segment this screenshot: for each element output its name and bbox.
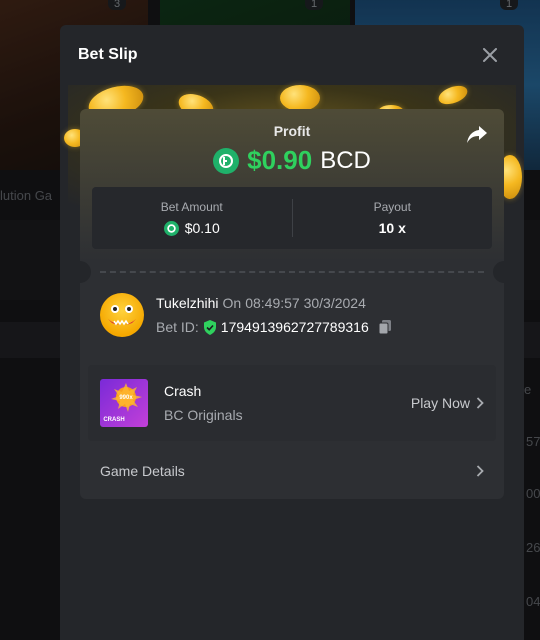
bet-amount-stat: Bet Amount $0.10 <box>92 187 292 249</box>
game-details-row[interactable]: Game Details <box>88 449 496 493</box>
game-row[interactable]: 990x CRASH Crash BC Originals Play Now <box>88 365 496 441</box>
bet-amount-value: $0.10 <box>184 220 220 236</box>
close-icon[interactable] <box>483 48 497 62</box>
bet-slip-modal: Bet Slip Profit $0.90 BCD Bet Amount $0.… <box>60 25 524 640</box>
bet-details-card: Profit $0.90 BCD Bet Amount $0.10 Payout… <box>80 109 504 499</box>
ticket-perforation <box>80 261 504 283</box>
payout-value: 10 x <box>378 220 406 236</box>
play-now-button[interactable]: Play Now <box>411 395 484 411</box>
user-info: Tukelzhihi On 08:49:57 30/3/2024 Bet ID:… <box>100 293 393 337</box>
copy-icon[interactable] <box>377 319 393 335</box>
bcd-coin-icon <box>163 220 179 236</box>
play-now-label: Play Now <box>410 395 470 411</box>
bet-id-value: 1794913962727789316 <box>220 319 369 335</box>
game-details-label: Game Details <box>100 463 185 479</box>
modal-title: Bet Slip <box>78 46 138 63</box>
avatar[interactable] <box>100 293 144 337</box>
payout-stat: Payout 10 x <box>293 187 493 249</box>
game-thumb-label: CRASH <box>103 417 124 423</box>
game-thumb-badge: 990x <box>119 395 133 401</box>
profit-row: $0.90 BCD <box>80 145 504 176</box>
share-icon[interactable] <box>466 123 488 145</box>
share-button[interactable] <box>466 123 490 147</box>
game-provider: BC Originals <box>164 407 243 423</box>
profit-value: $0.90 <box>247 145 313 175</box>
profit-currency: BCD <box>320 146 371 174</box>
bet-amount-label: Bet Amount <box>160 200 223 214</box>
modal-header: Bet Slip <box>60 25 524 85</box>
profit-label: Profit <box>273 123 311 139</box>
close-button[interactable] <box>476 41 504 69</box>
chevron-right-icon <box>476 465 484 477</box>
payout-label: Payout <box>373 200 411 214</box>
on-label: On <box>222 295 242 311</box>
game-name: Crash <box>164 383 202 399</box>
chevron-right-icon <box>476 397 484 409</box>
bet-timestamp: 08:49:57 30/3/2024 <box>245 295 366 311</box>
bet-stats: Bet Amount $0.10 Payout 10 x <box>92 187 492 249</box>
bet-id-label: Bet ID: <box>156 319 199 335</box>
shield-check-icon <box>203 319 216 335</box>
crash-game-thumbnail[interactable]: 990x CRASH <box>100 379 148 427</box>
bcd-coin-icon <box>213 147 240 174</box>
username[interactable]: Tukelzhihi <box>156 295 219 311</box>
